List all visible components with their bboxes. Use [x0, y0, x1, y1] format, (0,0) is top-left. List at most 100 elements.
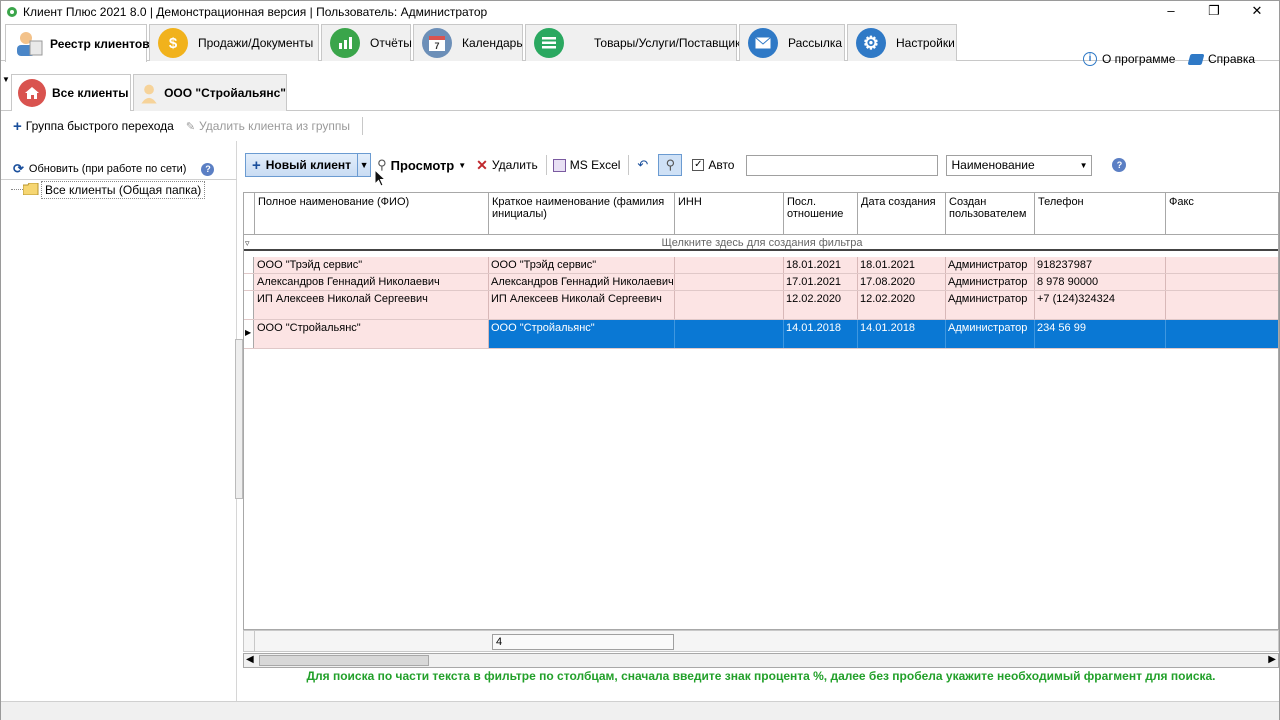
row-pointer-icon: ▶: [245, 328, 252, 337]
toolbar-divider: [545, 155, 547, 175]
cell-created-by: Администратор: [946, 257, 1035, 273]
new-client-dropdown[interactable]: ▼: [358, 153, 372, 177]
toolbar-divider: [628, 155, 630, 175]
title-bar: Клиент Плюс 2021 8.0 | Демонстрационная …: [1, 1, 1279, 23]
table-row[interactable]: Александров Геннадий Николаевич Александ…: [244, 274, 1278, 291]
app-window: Клиент Плюс 2021 8.0 | Демонстрационная …: [0, 0, 1280, 720]
refresh-button[interactable]: ⟳ Обновить (при работе по сети) ?: [13, 161, 215, 177]
column-header-created-date[interactable]: Дата создания: [858, 193, 946, 235]
column-header-short-name[interactable]: Краткое наименование (фамилия инициалы): [489, 193, 675, 235]
cell-full-name: ООО "Трэйд сервис": [255, 257, 489, 273]
cell-inn: [675, 274, 784, 290]
cell-inn: [675, 320, 784, 348]
clients-grid: Полное наименование (ФИО) Краткое наимен…: [243, 192, 1279, 630]
new-client-button[interactable]: + Новый клиент: [245, 153, 359, 177]
close-button[interactable]: ✕: [1237, 1, 1277, 23]
delete-icon: ✕: [476, 156, 488, 173]
help-icon[interactable]: ?: [1112, 158, 1127, 172]
svg-text:7: 7: [434, 41, 439, 51]
cell-phone: +7 (124)324324: [1035, 291, 1166, 319]
group-bar: + Группа быстрого перехода ✎ Удалить кли…: [1, 113, 1279, 139]
info-icon: i: [1083, 52, 1097, 66]
pencil-icon: ✎: [185, 120, 196, 133]
cell-created-date: 18.01.2021: [858, 257, 946, 273]
minimize-button[interactable]: –: [1151, 1, 1191, 23]
excel-button[interactable]: MS Excel: [552, 158, 620, 172]
magnifier-icon: ⚲: [665, 157, 676, 172]
home-icon: [18, 79, 46, 107]
quick-group-button[interactable]: + Группа быстрого перехода: [13, 118, 174, 135]
cell-short-name: Александров Геннадий Николаевич: [491, 274, 675, 290]
pane-splitter[interactable]: [235, 339, 243, 499]
cell-full-name: ИП Алексеев Николай Сергеевич: [255, 291, 489, 319]
tab-mailing[interactable]: Рассылка: [739, 24, 845, 61]
cell-created-date: 12.02.2020: [858, 291, 946, 319]
cell-phone: 234 56 99: [1035, 320, 1166, 348]
cell-fax: [1166, 257, 1278, 273]
gear-icon: ⚙: [856, 28, 886, 58]
cell-inn: [675, 291, 784, 319]
view-button[interactable]: ⚲ Просмотр ▼: [377, 157, 466, 173]
table-row-selected[interactable]: ▶ ООО "Стройальянс" ООО "Стройальянс" 14…: [244, 320, 1278, 349]
scroll-left-icon[interactable]: ◀: [246, 654, 254, 665]
column-header-phone[interactable]: Телефон: [1035, 193, 1166, 235]
cell-inn: [675, 257, 784, 273]
auto-checkbox[interactable]: ✓ Авто: [692, 158, 734, 172]
calendar-icon: 7: [422, 28, 452, 58]
window-title: Клиент Плюс 2021 8.0 | Демонстрационная …: [23, 5, 488, 19]
column-header-inn[interactable]: ИНН: [675, 193, 784, 235]
clients-icon: [17, 31, 43, 56]
app-logo-icon: [7, 7, 17, 17]
row-indicator: [244, 291, 254, 319]
cell-fax: [1166, 320, 1278, 348]
chevron-down-icon: ▼: [1079, 160, 1088, 170]
scroll-thumb[interactable]: [259, 655, 429, 666]
cell-created-date: 14.01.2018: [858, 320, 946, 348]
cell-short-name: ООО "Трэйд сервис": [489, 257, 675, 273]
search-input[interactable]: [746, 154, 939, 176]
subtab-all-clients[interactable]: Все клиенты: [11, 74, 131, 111]
table-row[interactable]: ИП Алексеев Николай Сергеевич ИП Алексее…: [244, 291, 1278, 320]
tab-reports[interactable]: Отчёты: [321, 24, 412, 61]
remove-from-group-button[interactable]: ✎ Удалить клиента из группы: [186, 119, 350, 133]
table-row[interactable]: ООО "Трэйд сервис" ООО "Трэйд сервис" 18…: [244, 257, 1278, 274]
refresh-icon: ⟳: [13, 161, 24, 176]
cell-fax: [1166, 274, 1278, 290]
subtab-stroyalyans[interactable]: ООО "Стройальянс": [133, 74, 287, 111]
horizontal-scrollbar[interactable]: ◀ ▶: [243, 653, 1279, 668]
column-header-created-by[interactable]: Создан пользователем: [946, 193, 1035, 235]
search-toggle-button[interactable]: ⚲: [658, 154, 683, 176]
folder-icon: [23, 183, 39, 195]
delete-button[interactable]: ✕ Удалить: [476, 157, 538, 174]
status-bar: [1, 701, 1279, 720]
row-indicator: [244, 274, 254, 290]
tab-settings[interactable]: ⚙ Настройки: [847, 24, 957, 61]
column-header-full-name[interactable]: Полное наименование (ФИО): [255, 193, 489, 235]
filter-row[interactable]: ▿ Щелкните здесь для создания фильтра: [244, 235, 1278, 251]
scroll-right-icon[interactable]: ▶: [1268, 654, 1276, 665]
undo-button[interactable]: ↶: [637, 157, 648, 173]
search-field-select[interactable]: Наименование ▼: [946, 154, 1093, 176]
restore-button[interactable]: ❐: [1194, 1, 1234, 23]
cell-created-date: 17.08.2020: [858, 274, 946, 290]
cell-phone: 8 978 90000: [1035, 274, 1166, 290]
column-header-last-relation[interactable]: Посл. отношение: [784, 193, 858, 235]
cell-fax: [1166, 291, 1278, 319]
tab-calendar[interactable]: 7 Календарь: [413, 24, 523, 61]
column-header-fax[interactable]: Факс: [1166, 193, 1278, 235]
undo-icon: ↶: [637, 157, 649, 172]
book-icon: [1187, 53, 1205, 65]
chevron-down-icon: ▼: [458, 160, 467, 170]
help-icon[interactable]: ?: [201, 162, 215, 176]
about-link[interactable]: i О программе: [1083, 52, 1175, 66]
main-tabs: Реестр клиентов $ Продажи/Документы Отчё…: [1, 23, 1279, 66]
cell-short-name: ИП Алексеев Николай Сергеевич: [489, 291, 675, 319]
help-link[interactable]: Справка: [1187, 52, 1255, 66]
tab-goods-services[interactable]: Товары/Услуги/Поставщики: [525, 24, 747, 61]
group-bar-divider: [362, 117, 364, 135]
tree-item-all-clients[interactable]: Все клиенты (Общая папка): [41, 181, 206, 199]
cell-phone: 918237987: [1035, 257, 1166, 273]
person-icon: [141, 84, 157, 104]
tab-clients-registry[interactable]: Реестр клиентов: [5, 24, 150, 62]
tab-sales-documents[interactable]: $ Продажи/Документы: [149, 24, 319, 61]
